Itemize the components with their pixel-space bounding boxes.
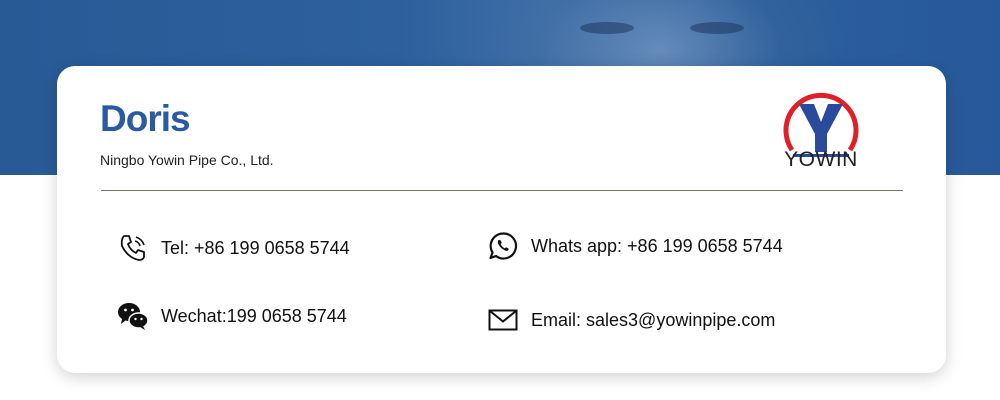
divider bbox=[101, 190, 903, 191]
email-icon bbox=[487, 304, 519, 336]
tel-text: Tel: +86 199 0658 5744 bbox=[161, 237, 350, 258]
portrait-eye-left bbox=[580, 22, 634, 34]
logo-text: YOWIN bbox=[784, 148, 858, 171]
portrait-eye-right bbox=[690, 22, 744, 34]
phone-icon bbox=[117, 232, 149, 264]
wechat-text: Wechat:199 0658 5744 bbox=[161, 305, 347, 326]
contact-card: Doris Ningbo Yowin Pipe Co., Ltd. YOWIN … bbox=[57, 66, 946, 373]
whatsapp-icon bbox=[487, 230, 519, 262]
contact-wechat[interactable]: Wechat:199 0658 5744 bbox=[117, 300, 347, 332]
contact-tel[interactable]: Tel: +86 199 0658 5744 bbox=[117, 232, 350, 264]
wechat-icon bbox=[117, 300, 149, 332]
contact-email[interactable]: Email: sales3@yowinpipe.com bbox=[487, 304, 775, 336]
company-name: Ningbo Yowin Pipe Co., Ltd. bbox=[100, 152, 274, 168]
contact-name: Doris bbox=[100, 98, 191, 139]
whatsapp-text: Whats app: +86 199 0658 5744 bbox=[531, 235, 783, 256]
email-text: Email: sales3@yowinpipe.com bbox=[531, 309, 776, 330]
contact-whatsapp[interactable]: Whats app: +86 199 0658 5744 bbox=[487, 230, 783, 262]
